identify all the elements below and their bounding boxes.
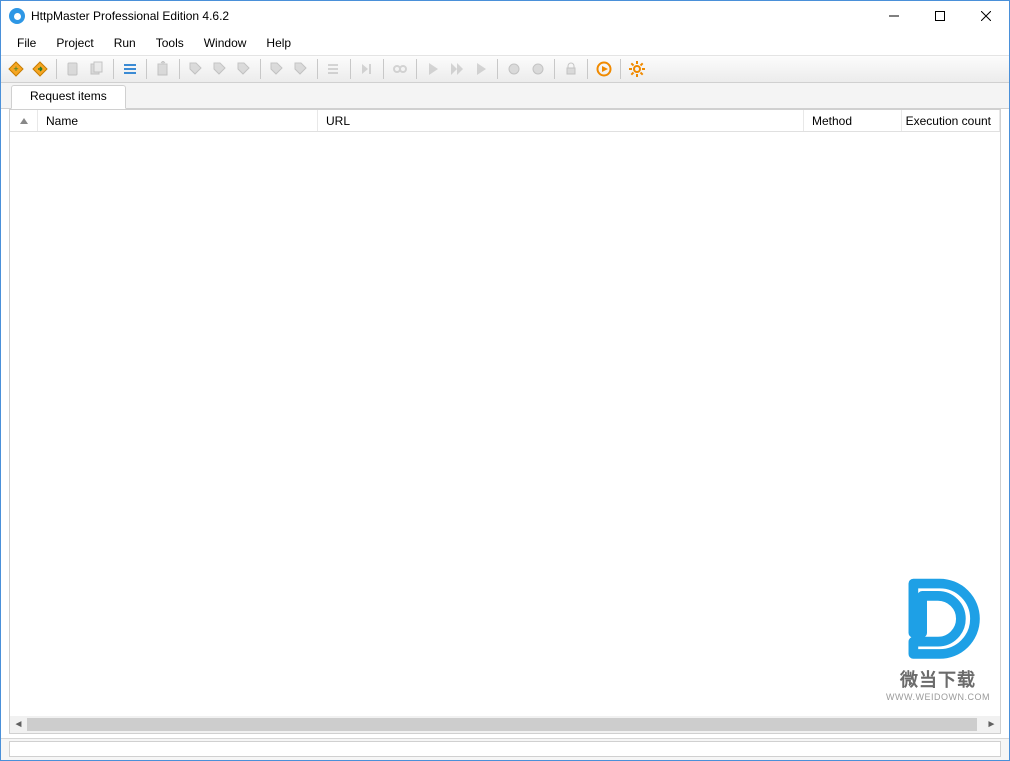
- close-button[interactable]: [963, 1, 1009, 31]
- column-url[interactable]: URL: [318, 110, 804, 131]
- properties-icon[interactable]: [119, 58, 141, 80]
- d-logo-icon: [894, 573, 982, 661]
- column-sort-indicator[interactable]: [10, 110, 38, 131]
- scroll-thumb[interactable]: [27, 718, 977, 731]
- app-icon: [9, 8, 25, 24]
- menu-tools[interactable]: Tools: [146, 33, 194, 53]
- toolbar-separator: [146, 59, 147, 79]
- chain-icon[interactable]: [389, 58, 411, 80]
- list-order-icon[interactable]: [323, 58, 345, 80]
- toolbar-separator: [383, 59, 384, 79]
- menu-window[interactable]: Window: [194, 33, 257, 53]
- settings-icon[interactable]: [626, 58, 648, 80]
- menu-file[interactable]: File: [7, 33, 46, 53]
- execute-icon[interactable]: [593, 58, 615, 80]
- toolbar-separator: [587, 59, 588, 79]
- record-b-icon[interactable]: [527, 58, 549, 80]
- send-icon[interactable]: [152, 58, 174, 80]
- open-project-icon[interactable]: [29, 58, 51, 80]
- window-controls: [871, 1, 1009, 31]
- toolbar-separator: [317, 59, 318, 79]
- minimize-button[interactable]: [871, 1, 917, 31]
- toolbar-separator: [497, 59, 498, 79]
- tag-arrow-icon[interactable]: [209, 58, 231, 80]
- scroll-right-icon[interactable]: ►: [983, 716, 1000, 733]
- title-bar: HttpMaster Professional Edition 4.6.2: [1, 1, 1009, 31]
- column-name[interactable]: Name: [38, 110, 318, 131]
- watermark-logo: 微当下载 WWW.WEIDOWN.COM: [886, 573, 990, 702]
- scroll-left-icon[interactable]: ◄: [10, 716, 27, 733]
- menu-run[interactable]: Run: [104, 33, 146, 53]
- toolbar-separator: [56, 59, 57, 79]
- toolbar-separator: [179, 59, 180, 79]
- menu-help[interactable]: Help: [256, 33, 301, 53]
- new-project-icon[interactable]: +: [5, 58, 27, 80]
- status-bar: [1, 738, 1009, 760]
- scroll-track[interactable]: [27, 716, 983, 733]
- menu-project[interactable]: Project: [46, 33, 103, 53]
- tag-manage-icon[interactable]: [290, 58, 312, 80]
- svg-text:+: +: [13, 64, 18, 74]
- toolbar-separator: [416, 59, 417, 79]
- grid-body[interactable]: 微当下载 WWW.WEIDOWN.COM: [10, 132, 1000, 716]
- watermark-text: 微当下载: [886, 666, 990, 692]
- step-icon[interactable]: [356, 58, 378, 80]
- record-a-icon[interactable]: [503, 58, 525, 80]
- toolbar-separator: [554, 59, 555, 79]
- toolbar: +: [1, 55, 1009, 83]
- toolbar-separator: [350, 59, 351, 79]
- toolbar-separator: [620, 59, 621, 79]
- play-all-icon[interactable]: [446, 58, 468, 80]
- watermark-url: WWW.WEIDOWN.COM: [886, 692, 990, 702]
- tag-remove-icon[interactable]: [233, 58, 255, 80]
- maximize-button[interactable]: [917, 1, 963, 31]
- grid-area: Name URL Method Execution count 微当下载 WWW…: [9, 109, 1001, 734]
- column-execution-count[interactable]: Execution count: [902, 110, 1000, 131]
- horizontal-scrollbar[interactable]: ◄ ►: [10, 716, 1000, 733]
- tab-request-items[interactable]: Request items: [11, 85, 126, 109]
- column-method[interactable]: Method: [804, 110, 902, 131]
- save-all-icon[interactable]: [86, 58, 108, 80]
- play-next-icon[interactable]: [470, 58, 492, 80]
- tab-strip: Request items: [1, 83, 1009, 109]
- status-bar-panel: [9, 741, 1001, 757]
- save-icon[interactable]: [62, 58, 84, 80]
- window-title: HttpMaster Professional Edition 4.6.2: [31, 9, 229, 23]
- play-icon[interactable]: [422, 58, 444, 80]
- lock-icon[interactable]: [560, 58, 582, 80]
- toolbar-separator: [113, 59, 114, 79]
- column-headers: Name URL Method Execution count: [10, 110, 1000, 132]
- tag-plus-icon[interactable]: [185, 58, 207, 80]
- tags-icon[interactable]: [266, 58, 288, 80]
- toolbar-separator: [260, 59, 261, 79]
- menu-bar: File Project Run Tools Window Help: [1, 31, 1009, 55]
